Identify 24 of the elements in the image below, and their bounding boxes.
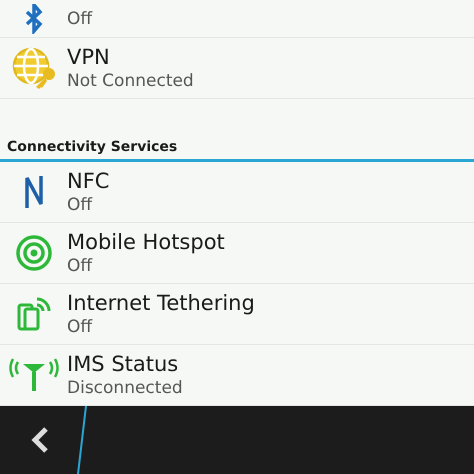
settings-item[interactable]: NFC Off <box>0 162 474 223</box>
settings-item[interactable]: VPN Not Connected <box>0 38 474 99</box>
item-title: NFC <box>67 168 110 194</box>
settings-item[interactable]: Mobile Hotspot Off <box>0 223 474 284</box>
globe-key-icon <box>10 46 56 90</box>
section-title: Connectivity Services <box>7 139 178 155</box>
item-status: Off <box>67 316 94 338</box>
item-title: IMS Status <box>67 351 180 377</box>
item-status: Off <box>67 255 94 277</box>
item-status: Off <box>67 194 94 216</box>
bluetooth-icon <box>24 4 44 34</box>
chevron-left-icon <box>31 426 49 454</box>
settings-item[interactable]: Internet Tethering Off <box>0 284 474 345</box>
item-title: Mobile Hotspot <box>67 229 225 255</box>
settings-item[interactable]: Off <box>0 0 474 38</box>
antenna-icon <box>8 358 58 392</box>
target-icon <box>14 234 52 272</box>
item-status: Disconnected <box>67 377 183 399</box>
item-status: Off <box>67 8 92 30</box>
item-status: Not Connected <box>67 70 194 92</box>
item-title: VPN <box>67 44 111 70</box>
phone-signal-icon <box>14 295 52 333</box>
divider-line <box>77 406 87 474</box>
item-title: Internet Tethering <box>67 290 255 316</box>
